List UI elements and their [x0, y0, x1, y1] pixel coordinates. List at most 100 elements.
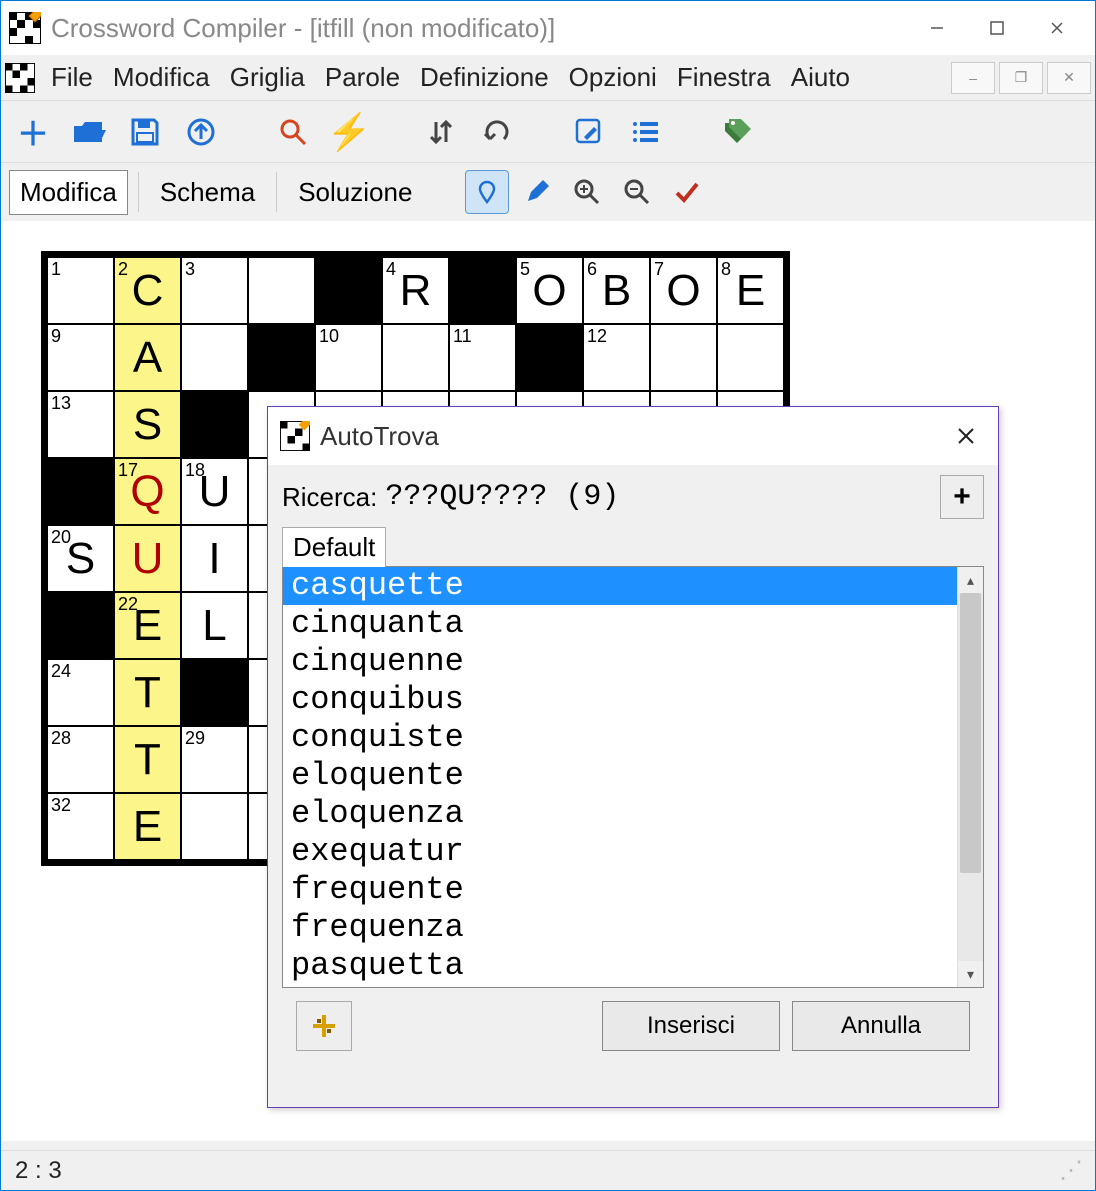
menu-aiuto[interactable]: Aiuto: [781, 58, 860, 97]
minimize-button[interactable]: [907, 8, 967, 48]
dialog-close-button[interactable]: [946, 421, 986, 452]
add-pattern-button[interactable]: +: [940, 475, 984, 519]
autofill-button[interactable]: ⚡: [329, 112, 369, 152]
cancel-button[interactable]: Annulla: [792, 1001, 970, 1051]
mdi-close-button[interactable]: ✕: [1047, 62, 1091, 94]
result-item[interactable]: pasquetta: [283, 947, 957, 985]
zoom-in-icon[interactable]: [565, 170, 609, 214]
check-icon[interactable]: [665, 170, 709, 214]
results-list[interactable]: casquettecinquantacinquenneconquibusconq…: [283, 567, 957, 987]
menu-definizione[interactable]: Definizione: [410, 58, 559, 97]
result-item[interactable]: eloquente: [283, 757, 957, 795]
search-button[interactable]: [273, 112, 313, 152]
grid-cell[interactable]: 1: [47, 257, 114, 324]
grid-cell[interactable]: 17Q: [114, 458, 181, 525]
scroll-down-icon[interactable]: ▾: [958, 961, 983, 987]
tab-schema[interactable]: Schema: [149, 170, 266, 215]
mdi-minimize-button[interactable]: –: [951, 62, 995, 94]
results-scrollbar[interactable]: ▴ ▾: [957, 567, 983, 987]
grid-cell[interactable]: E: [114, 793, 181, 860]
insert-button[interactable]: Inserisci: [602, 1001, 780, 1051]
grid-cell[interactable]: U: [114, 525, 181, 592]
grid-cell[interactable]: 32: [47, 793, 114, 860]
grid-cell[interactable]: T: [114, 659, 181, 726]
grid-cell[interactable]: [181, 324, 248, 391]
grid-cell[interactable]: 2C: [114, 257, 181, 324]
grid-cell[interactable]: 13: [47, 391, 114, 458]
menu-file[interactable]: File: [41, 58, 103, 97]
toolbar: ＋ ⚡: [1, 101, 1095, 163]
grid-cell[interactable]: 7O: [650, 257, 717, 324]
sort-button[interactable]: [421, 112, 461, 152]
tags-button[interactable]: [717, 112, 757, 152]
grid-cell[interactable]: 4R: [382, 257, 449, 324]
result-item[interactable]: frequenza: [283, 909, 957, 947]
tab-soluzione[interactable]: Soluzione: [287, 170, 423, 215]
menu-finestra[interactable]: Finestra: [667, 58, 781, 97]
list-button[interactable]: [625, 112, 665, 152]
menu-parole[interactable]: Parole: [315, 58, 410, 97]
grid-cell[interactable]: 20S: [47, 525, 114, 592]
grid-cell[interactable]: 12: [583, 324, 650, 391]
grid-cell[interactable]: S: [114, 391, 181, 458]
pin-tool-icon[interactable]: [465, 170, 509, 214]
cell-letter: R: [383, 258, 448, 323]
grid-cell[interactable]: [181, 793, 248, 860]
grid-cell[interactable]: T: [114, 726, 181, 793]
grid-cell[interactable]: 22E: [114, 592, 181, 659]
pencil-tool-icon[interactable]: [515, 170, 559, 214]
grid-cell[interactable]: 11: [449, 324, 516, 391]
edit-note-button[interactable]: [569, 112, 609, 152]
result-item[interactable]: cinquanta: [283, 605, 957, 643]
grid-cell[interactable]: L: [181, 592, 248, 659]
grid-cell[interactable]: 5O: [516, 257, 583, 324]
maximize-button[interactable]: [967, 8, 1027, 48]
zoom-out-icon[interactable]: [615, 170, 659, 214]
cell-letter: I: [182, 526, 247, 591]
scroll-up-icon[interactable]: ▴: [958, 567, 983, 593]
grid-cell[interactable]: [248, 257, 315, 324]
result-item[interactable]: frequente: [283, 871, 957, 909]
result-item[interactable]: exequatur: [283, 833, 957, 871]
grid-cell[interactable]: 10: [315, 324, 382, 391]
grid-cell[interactable]: 24: [47, 659, 114, 726]
theme-words-button[interactable]: [296, 1001, 352, 1051]
cell-letter: U: [182, 459, 247, 524]
grid-cell[interactable]: 18U: [181, 458, 248, 525]
cell-letter: S: [115, 392, 180, 457]
resize-grip[interactable]: ⋰: [1059, 1156, 1081, 1185]
result-item[interactable]: conquibus: [283, 681, 957, 719]
menu-modifica[interactable]: Modifica: [103, 58, 220, 97]
viewbar: Modifica Schema Soluzione: [1, 163, 1095, 221]
grid-cell[interactable]: [717, 324, 784, 391]
undo-button[interactable]: [477, 112, 517, 152]
grid-cell[interactable]: 3: [181, 257, 248, 324]
save-button[interactable]: [125, 112, 165, 152]
scroll-thumb[interactable]: [960, 593, 981, 873]
upload-button[interactable]: [181, 112, 221, 152]
result-item[interactable]: casquette: [283, 567, 957, 605]
grid-cell[interactable]: A: [114, 324, 181, 391]
new-button[interactable]: ＋: [13, 112, 53, 152]
mdi-restore-button[interactable]: ❐: [999, 62, 1043, 94]
dialog-title: AutoTrova: [320, 421, 946, 452]
open-button[interactable]: [69, 112, 109, 152]
grid-cell[interactable]: [382, 324, 449, 391]
grid-cell[interactable]: I: [181, 525, 248, 592]
cell-number: 13: [51, 393, 71, 414]
dialog-titlebar[interactable]: AutoTrova: [268, 407, 998, 465]
menu-griglia[interactable]: Griglia: [220, 58, 315, 97]
result-item[interactable]: conquiste: [283, 719, 957, 757]
result-item[interactable]: cinquenne: [283, 643, 957, 681]
grid-cell[interactable]: 6B: [583, 257, 650, 324]
wordlist-tab-default[interactable]: Default: [282, 527, 386, 567]
grid-cell[interactable]: 29: [181, 726, 248, 793]
grid-cell[interactable]: 8E: [717, 257, 784, 324]
close-button[interactable]: [1027, 8, 1087, 48]
tab-modifica[interactable]: Modifica: [9, 170, 128, 215]
grid-cell[interactable]: 28: [47, 726, 114, 793]
grid-cell[interactable]: [650, 324, 717, 391]
menu-opzioni[interactable]: Opzioni: [559, 58, 667, 97]
result-item[interactable]: eloquenza: [283, 795, 957, 833]
grid-cell[interactable]: 9: [47, 324, 114, 391]
